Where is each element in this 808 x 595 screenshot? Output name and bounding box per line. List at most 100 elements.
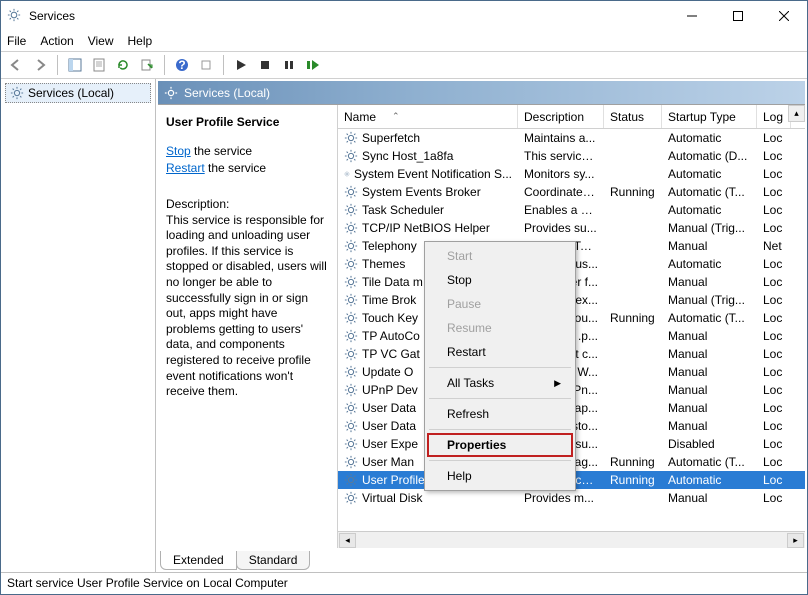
table-row[interactable]: SuperfetchMaintains a...AutomaticLoc <box>338 129 805 147</box>
table-row[interactable]: Sync Host_1a8faThis service ...Automatic… <box>338 147 805 165</box>
service-description: Enables a us... <box>518 203 604 217</box>
service-logon: Loc <box>757 131 791 145</box>
detail-header-text: Services (Local) <box>184 86 270 100</box>
close-button[interactable] <box>761 1 807 31</box>
selected-service-title: User Profile Service <box>166 115 329 129</box>
service-logon: Loc <box>757 221 791 235</box>
help-toolbar-button[interactable]: ? <box>171 54 193 76</box>
service-name: User Expe <box>362 437 418 451</box>
service-name: TP VC Gat <box>362 347 420 361</box>
table-row[interactable]: TCP/IP NetBIOS HelperProvides su...Manua… <box>338 219 805 237</box>
ctx-restart[interactable]: Restart <box>427 340 573 364</box>
service-startup-type: Manual <box>662 401 757 415</box>
menu-action[interactable]: Action <box>40 34 73 48</box>
unknown-toolbar-button[interactable] <box>195 54 217 76</box>
gear-icon <box>164 86 178 100</box>
list-header: Name⌃ Description Status Startup Type Lo… <box>338 105 805 129</box>
service-name: Update O <box>362 365 413 379</box>
ctx-properties[interactable]: Properties <box>427 433 573 457</box>
start-service-toolbar-button[interactable] <box>230 54 252 76</box>
service-description: Maintains a... <box>518 131 604 145</box>
column-name[interactable]: Name⌃ <box>338 105 518 128</box>
ctx-help[interactable]: Help <box>427 464 573 488</box>
service-logon: Loc <box>757 257 791 271</box>
tab-extended[interactable]: Extended <box>160 551 237 570</box>
gear-icon <box>344 329 358 343</box>
menu-file[interactable]: File <box>7 34 26 48</box>
service-name: Task Scheduler <box>362 203 444 217</box>
service-logon: Loc <box>757 437 791 451</box>
description-text: This service is responsible for loading … <box>166 213 329 400</box>
service-logon: Loc <box>757 293 791 307</box>
restart-service-link[interactable]: Restart <box>166 161 205 175</box>
service-startup-type: Automatic (D... <box>662 149 757 163</box>
status-bar: Start service User Profile Service on Lo… <box>1 572 807 594</box>
tree-node-services-local[interactable]: Services (Local) <box>5 83 151 103</box>
scroll-up-button[interactable]: ▴ <box>788 105 805 122</box>
service-startup-type: Automatic <box>662 203 757 217</box>
link-suffix: the service <box>205 161 266 175</box>
detail-header: Services (Local) <box>158 81 805 105</box>
pause-service-toolbar-button[interactable] <box>278 54 300 76</box>
service-name: User Data <box>362 401 416 415</box>
forward-button[interactable] <box>29 54 51 76</box>
table-row[interactable]: System Events BrokerCoordinates...Runnin… <box>338 183 805 201</box>
gear-icon <box>344 437 358 451</box>
ctx-stop[interactable]: Stop <box>427 268 573 292</box>
column-status[interactable]: Status <box>604 105 662 128</box>
table-row[interactable]: Virtual DiskProvides m...ManualLoc <box>338 489 805 507</box>
scroll-left-button[interactable]: ◂ <box>339 533 356 548</box>
stop-service-toolbar-button[interactable] <box>254 54 276 76</box>
gear-icon <box>10 86 24 100</box>
gear-icon <box>344 401 358 415</box>
ctx-refresh[interactable]: Refresh <box>427 402 573 426</box>
gear-icon <box>344 491 358 505</box>
menu-help[interactable]: Help <box>128 34 153 48</box>
service-description: This service ... <box>518 149 604 163</box>
service-name: System Event Notification S... <box>354 167 512 181</box>
titlebar: Services <box>1 1 807 31</box>
detail-pane: Services (Local) User Profile Service St… <box>156 79 807 572</box>
service-description: Monitors sy... <box>518 167 604 181</box>
stop-service-link[interactable]: Stop <box>166 144 191 158</box>
menu-view[interactable]: View <box>88 34 114 48</box>
gear-icon <box>344 347 358 361</box>
link-suffix: the service <box>191 144 252 158</box>
table-row[interactable]: Task SchedulerEnables a us...AutomaticLo… <box>338 201 805 219</box>
gear-icon <box>344 257 358 271</box>
show-hide-tree-button[interactable] <box>64 54 86 76</box>
service-startup-type: Manual <box>662 383 757 397</box>
restart-service-toolbar-button[interactable] <box>302 54 324 76</box>
service-logon: Loc <box>757 329 791 343</box>
table-row[interactable]: System Event Notification S... Monitors s… <box>338 165 805 183</box>
sort-asc-icon: ⌃ <box>392 111 400 122</box>
back-button[interactable] <box>5 54 27 76</box>
gear-icon <box>344 149 358 163</box>
horizontal-scrollbar[interactable]: ◂ ▸ <box>338 531 805 548</box>
service-startup-type: Manual <box>662 239 757 253</box>
export-list-button[interactable] <box>136 54 158 76</box>
service-startup-type: Manual (Trig... <box>662 221 757 235</box>
service-name: TCP/IP NetBIOS Helper <box>362 221 490 235</box>
minimize-button[interactable] <box>669 1 715 31</box>
service-startup-type: Manual <box>662 365 757 379</box>
service-startup-type: Manual <box>662 329 757 343</box>
column-logon-as[interactable]: Log <box>757 105 791 128</box>
service-startup-type: Manual <box>662 491 757 505</box>
column-description[interactable]: Description <box>518 105 604 128</box>
ctx-all-tasks[interactable]: All Tasks▶ <box>427 371 573 395</box>
tab-standard[interactable]: Standard <box>236 551 311 570</box>
service-name: Superfetch <box>362 131 420 145</box>
gear-icon <box>344 365 358 379</box>
service-list: Name⌃ Description Status Startup Type Lo… <box>338 105 805 548</box>
scroll-right-button[interactable]: ▸ <box>787 533 804 548</box>
refresh-toolbar-button[interactable] <box>112 54 134 76</box>
column-startup-type[interactable]: Startup Type <box>662 105 757 128</box>
gear-icon <box>344 167 350 181</box>
service-name: Virtual Disk <box>362 491 422 505</box>
maximize-button[interactable] <box>715 1 761 31</box>
service-name: Time Brok <box>362 293 416 307</box>
service-startup-type: Manual <box>662 419 757 433</box>
properties-toolbar-button[interactable] <box>88 54 110 76</box>
service-name: User Man <box>362 455 414 469</box>
